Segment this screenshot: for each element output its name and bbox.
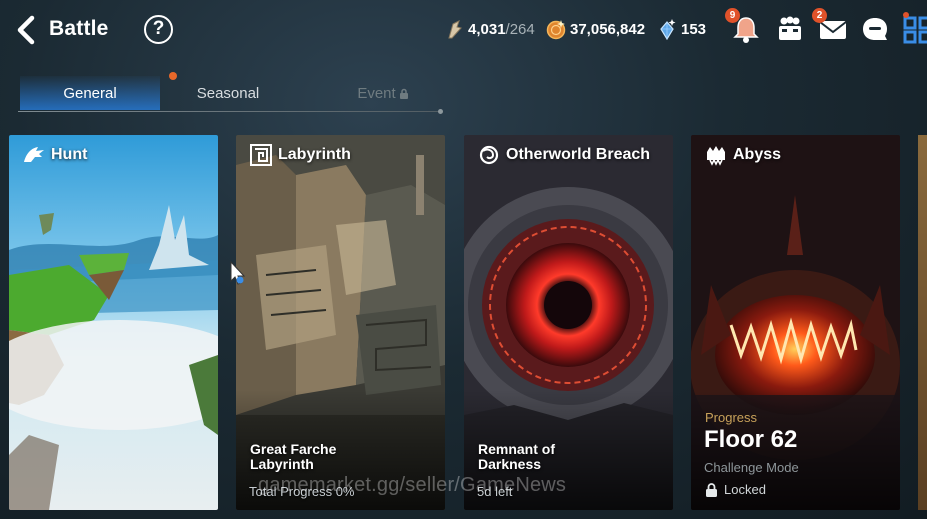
abyss-locked-label: Locked bbox=[724, 482, 766, 497]
gold-coin-icon bbox=[546, 20, 566, 40]
hunt-artwork bbox=[9, 135, 218, 510]
otherworld-title: Otherworld Breach bbox=[506, 146, 651, 163]
abyss-card-header: Abyss bbox=[704, 144, 781, 166]
top-bar: Battle ? 4,031/264 37,056,842 153 9 2 bbox=[0, 0, 927, 58]
abyss-challenge-mode: Challenge Mode bbox=[704, 460, 799, 475]
dragon-icon bbox=[24, 147, 44, 162]
labyrinth-subtitle: Great Farche Labyrinth bbox=[250, 441, 337, 472]
maze-icon bbox=[250, 144, 272, 166]
abyss-monster-icon bbox=[707, 146, 725, 166]
guild-icon bbox=[779, 16, 801, 40]
labyrinth-title: Labyrinth bbox=[278, 146, 351, 163]
gold-amount: 37,056,842 bbox=[570, 20, 646, 38]
gem-icon bbox=[660, 19, 676, 40]
mode-tabs: General Seasonal Event bbox=[18, 72, 443, 113]
help-icon: ? bbox=[152, 18, 165, 39]
abyss-progress-label: Progress bbox=[705, 410, 758, 425]
tab-underline bbox=[18, 109, 443, 113]
back-arrow-icon[interactable] bbox=[12, 14, 42, 46]
lock-icon bbox=[399, 88, 408, 99]
abyss-card[interactable]: Abyss Progress Floor 62 Challenge Mode L… bbox=[691, 135, 900, 510]
otherworld-breach-card[interactable]: Otherworld Breach Remnant of Darkness 5d… bbox=[464, 135, 673, 510]
portal-icon bbox=[479, 145, 499, 165]
otherworld-card-header: Otherworld Breach bbox=[477, 144, 650, 166]
hunt-title: Hunt bbox=[51, 146, 88, 163]
bell-badge: 9 bbox=[725, 8, 740, 23]
chat-button[interactable] bbox=[858, 12, 892, 46]
tab-event-label: Event bbox=[357, 85, 396, 102]
labyrinth-card-header: Labyrinth bbox=[249, 144, 351, 166]
abyss-title: Abyss bbox=[733, 146, 782, 163]
seasonal-new-dot bbox=[169, 72, 177, 80]
mouse-cursor bbox=[230, 261, 246, 285]
tab-general[interactable]: General bbox=[20, 76, 160, 110]
lock-icon bbox=[706, 482, 717, 497]
menu-button[interactable] bbox=[901, 12, 927, 46]
tab-seasonal[interactable]: Seasonal bbox=[158, 76, 298, 110]
hunt-card[interactable]: Hunt bbox=[9, 135, 218, 510]
labyrinth-card[interactable]: Labyrinth Great Farche Labyrinth Total P… bbox=[236, 135, 445, 510]
page-title: Battle bbox=[49, 17, 109, 40]
abyss-floor: Floor 62 bbox=[704, 426, 798, 453]
help-button[interactable]: ? bbox=[144, 15, 173, 44]
stamina-max: /264 bbox=[505, 20, 535, 38]
otherworld-subtitle: Remnant of Darkness bbox=[478, 441, 555, 472]
gem-amount: 153 bbox=[681, 20, 707, 38]
next-card-peek[interactable] bbox=[918, 135, 927, 510]
grid-menu-icon bbox=[903, 12, 927, 44]
stamina-current: 4,031 bbox=[468, 20, 506, 38]
tab-event[interactable]: Event bbox=[313, 76, 453, 110]
stamina-icon bbox=[448, 20, 462, 39]
guild-button[interactable] bbox=[773, 12, 807, 46]
gem-counter[interactable]: 153 bbox=[657, 18, 706, 40]
stamina-counter[interactable]: 4,031/264 bbox=[444, 18, 535, 40]
gold-counter[interactable]: 37,056,842 bbox=[546, 18, 645, 40]
mail-button[interactable]: 2 bbox=[812, 8, 850, 46]
abyss-lock-status: Locked bbox=[705, 482, 766, 497]
mail-badge: 2 bbox=[812, 8, 827, 23]
chat-icon bbox=[863, 18, 887, 40]
watermark: gamemarket.gg/seller/GameNews bbox=[258, 474, 567, 496]
hunt-card-header: Hunt bbox=[22, 144, 87, 166]
notifications-button[interactable]: 9 bbox=[725, 8, 763, 46]
